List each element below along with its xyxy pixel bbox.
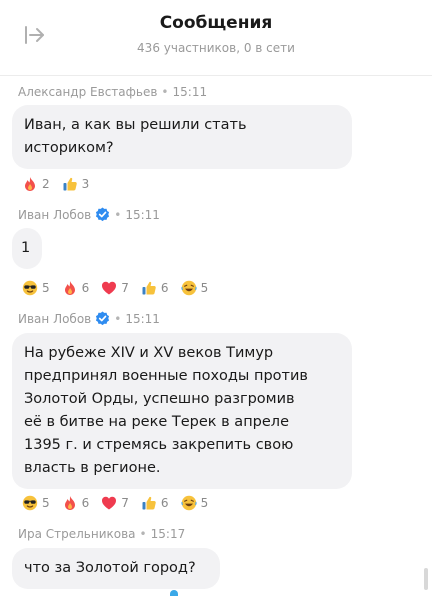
fire-icon <box>64 496 75 510</box>
message-bubble[interactable]: Иван, а как вы решили стать историком? <box>12 105 352 169</box>
message-meta: Александр Евстафьев • 15:11 <box>18 85 207 99</box>
chat-subtitle: 436 участников, 0 в сети <box>137 41 295 55</box>
author-name[interactable]: Иван Лобов <box>18 208 91 222</box>
message-bubble[interactable]: 1 <box>12 228 42 269</box>
laughing-icon <box>180 495 197 511</box>
author-name[interactable]: Александр Евстафьев <box>18 85 157 99</box>
heart-icon <box>102 496 117 510</box>
message-line: её в битве на реке Терек в апреле <box>24 414 289 430</box>
chat-header: Сообщения 436 участников, 0 в сети <box>0 0 432 76</box>
unread-indicator[interactable] <box>170 590 178 596</box>
reactions-bar: 5 6 7 6 5 <box>22 495 208 511</box>
message-line: предпринял военные походы против <box>24 368 308 384</box>
reactions-bar: 2 3 <box>22 176 89 192</box>
reaction-fire[interactable]: 2 <box>22 176 50 192</box>
message-meta: Иван Лобов • 15:11 <box>18 311 160 326</box>
message-time: 15:11 <box>125 207 160 222</box>
message-line: Иван, а как вы решили стать <box>24 117 247 133</box>
reaction-count: 7 <box>121 281 129 295</box>
scrollbar[interactable] <box>424 568 428 590</box>
message-line: Золотой Орды, успешно разгромив <box>24 391 295 407</box>
reaction-sunglasses[interactable]: 5 <box>22 280 50 296</box>
reaction-sunglasses[interactable]: 5 <box>22 495 50 511</box>
sunglasses-icon <box>22 495 38 511</box>
reaction-count: 6 <box>81 496 90 510</box>
message-meta: Иван Лобов • 15:11 <box>18 207 160 222</box>
meta-separator: • <box>161 85 169 99</box>
message-line: 1395 г. и стремясь закрепить свою <box>24 437 294 453</box>
reaction-count: 5 <box>200 281 209 295</box>
message-bubble[interactable]: На рубеже XIV и XV веков Тимур предприня… <box>12 333 352 489</box>
thumbs-up-icon <box>142 496 156 510</box>
meta-separator: • <box>114 311 122 326</box>
reaction-laughing[interactable]: 5 <box>180 280 209 296</box>
message-line: 1 <box>21 240 31 256</box>
meta-separator: • <box>139 527 147 541</box>
laughing-icon <box>180 280 197 296</box>
heart-icon <box>102 281 117 295</box>
fire-icon <box>25 177 35 191</box>
message-time: 15:11 <box>125 311 160 326</box>
verified-badge-icon <box>95 311 110 326</box>
reaction-heart[interactable]: 7 <box>101 495 129 511</box>
message-line: власть в регионе. <box>24 460 161 476</box>
reaction-fire[interactable]: 6 <box>62 280 90 296</box>
reaction-count: 5 <box>42 281 50 295</box>
reaction-fire[interactable]: 6 <box>62 495 90 511</box>
message-meta: Ира Стрельникова • 15:17 <box>18 527 185 541</box>
thumbs-up-icon <box>63 177 77 191</box>
message-line: На рубеже XIV и XV веков Тимур <box>24 345 274 361</box>
reactions-bar: 5 6 7 6 5 <box>22 280 208 296</box>
reaction-count: 7 <box>121 496 129 510</box>
reaction-laughing[interactable]: 5 <box>180 495 209 511</box>
reaction-count: 6 <box>160 281 169 295</box>
reaction-count: 2 <box>42 177 50 191</box>
message-line: что за Золотой город? <box>24 560 196 576</box>
author-name[interactable]: Иван Лобов <box>18 312 91 326</box>
message-line: историком? <box>24 140 114 156</box>
reaction-count: 5 <box>42 496 50 510</box>
reaction-heart[interactable]: 7 <box>101 280 129 296</box>
message-bubble[interactable]: что за Золотой город? <box>12 548 220 589</box>
verified-badge-icon <box>95 207 110 222</box>
message-time: 15:17 <box>150 527 186 541</box>
reaction-count: 3 <box>81 177 90 191</box>
chat-title: Сообщения <box>159 13 273 33</box>
message-time: 15:11 <box>172 85 208 99</box>
reaction-thumbs-up[interactable]: 3 <box>62 176 90 192</box>
reaction-count: 5 <box>200 496 209 510</box>
fire-icon <box>64 281 75 295</box>
author-name[interactable]: Ира Стрельникова <box>18 527 136 541</box>
meta-separator: • <box>114 207 122 222</box>
sunglasses-icon <box>22 280 38 296</box>
reaction-count: 6 <box>160 496 169 510</box>
reaction-thumbs-up[interactable]: 6 <box>141 495 169 511</box>
reaction-count: 6 <box>81 281 90 295</box>
thumbs-up-icon <box>142 281 156 295</box>
reaction-thumbs-up[interactable]: 6 <box>141 280 169 296</box>
